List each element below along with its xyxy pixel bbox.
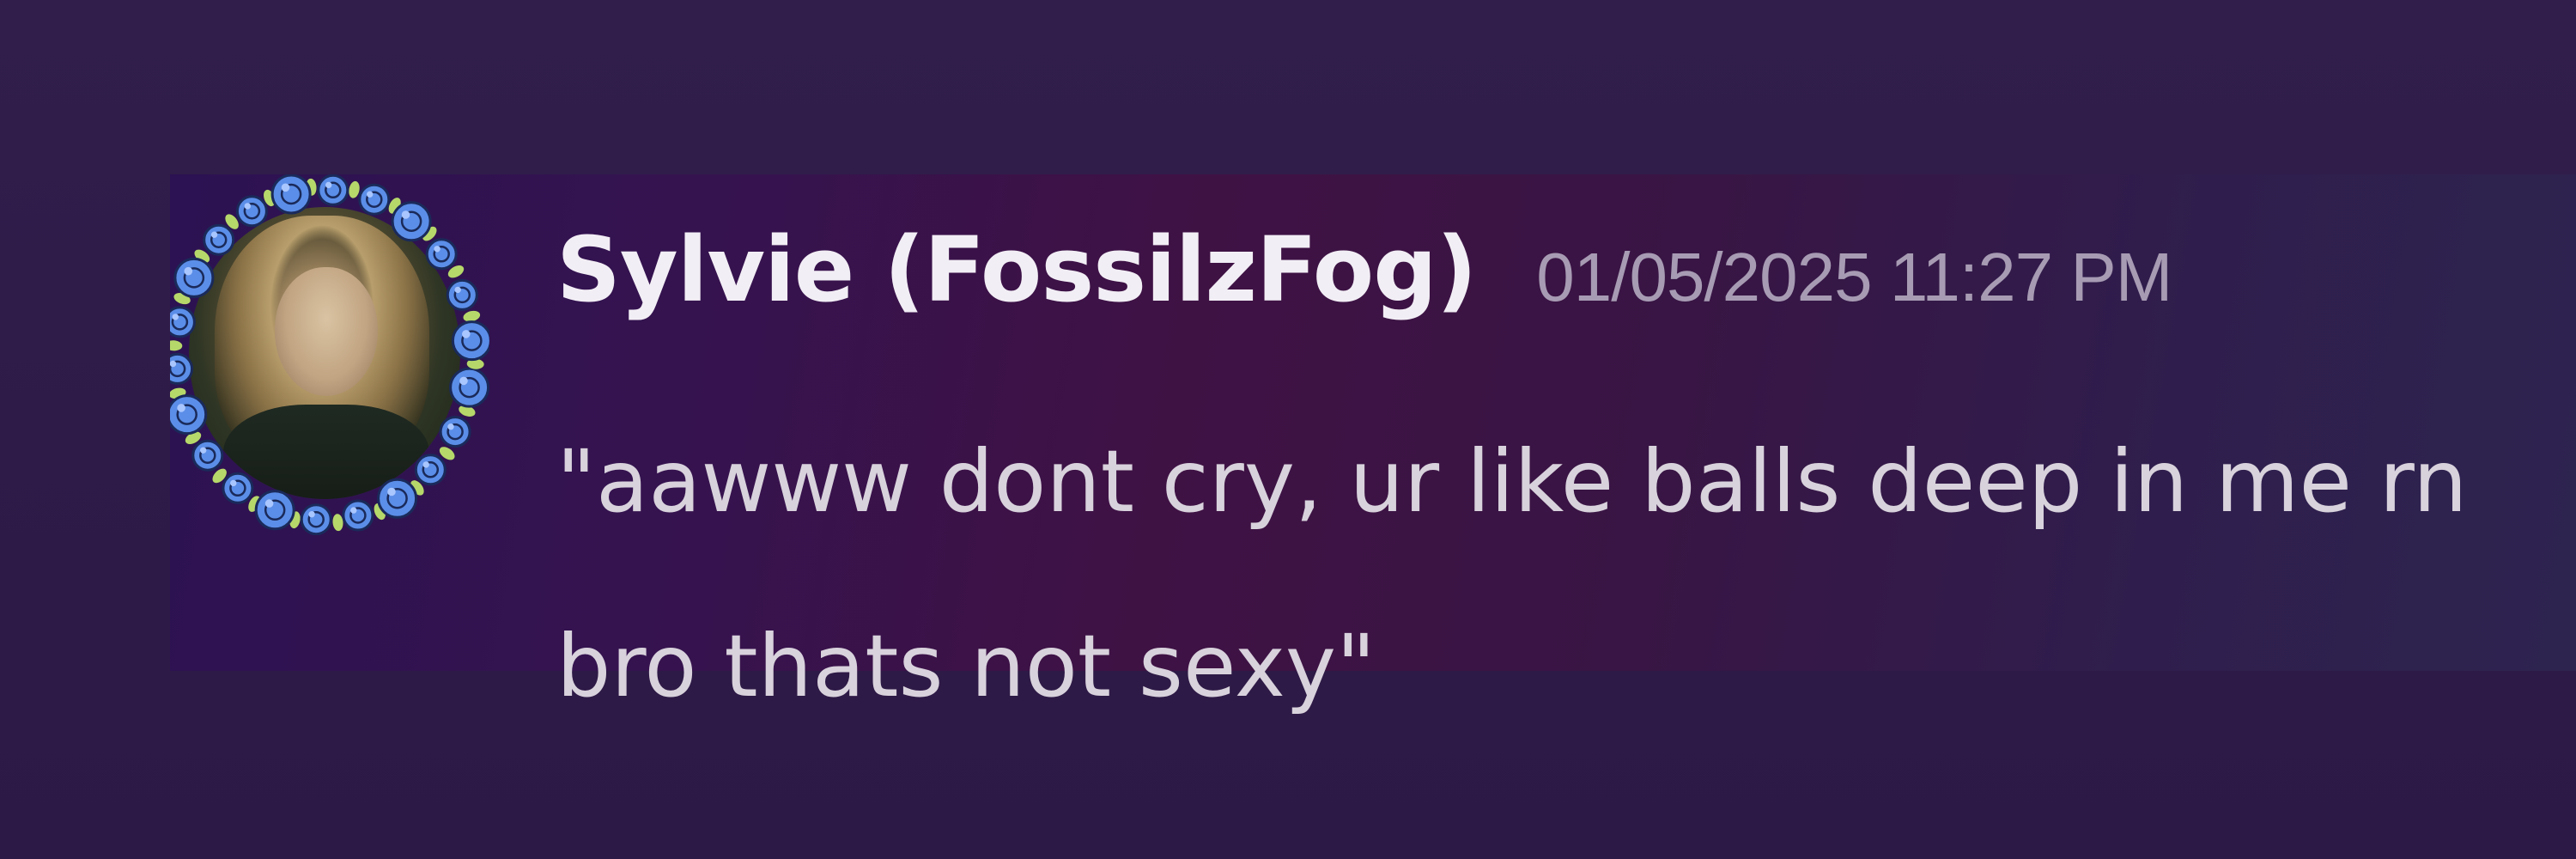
message-header: Sylvie (FossilzFog) 01/05/2025 11:27 PM — [556, 217, 2172, 355]
message-line: "aawww dont cry, ur like balls deep in m… — [556, 431, 2468, 532]
message-line: bro thats not sexy" — [556, 616, 1376, 716]
avatar[interactable] — [170, 174, 489, 535]
timestamp: 01/05/2025 11:27 PM — [1536, 239, 2172, 315]
message-content: "aawww dont cry, ur like balls deep in m… — [556, 389, 2576, 758]
chat-view: Sylvie (FossilzFog) 01/05/2025 11:27 PM … — [0, 0, 2576, 859]
blue-rose-wreath-icon — [170, 174, 489, 535]
message-row[interactable]: Sylvie (FossilzFog) 01/05/2025 11:27 PM … — [170, 174, 2576, 716]
username[interactable]: Sylvie (FossilzFog) — [556, 217, 1477, 322]
